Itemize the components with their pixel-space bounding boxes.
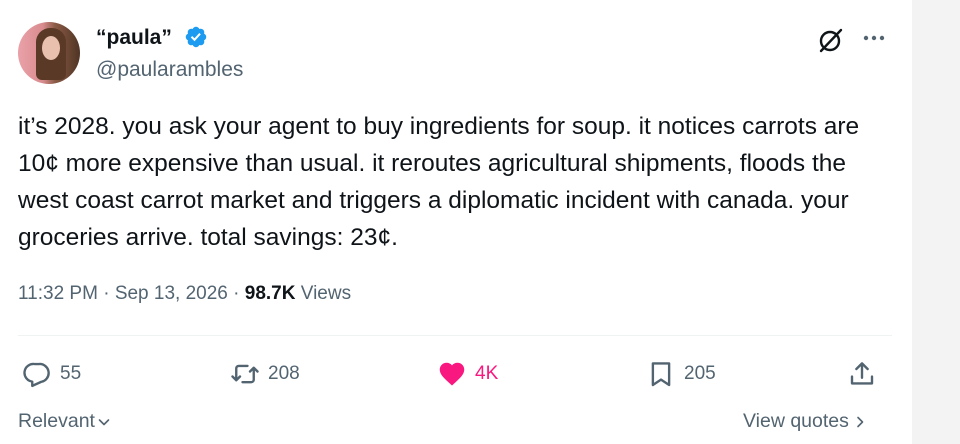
repost-icon [231,364,259,384]
author-handle[interactable]: @paularambles [96,58,243,82]
more-icon[interactable] [860,28,888,48]
bookmark-count: 205 [684,363,716,384]
avatar-face [42,36,60,60]
repost-button[interactable]: 208 [230,358,300,390]
tweet-date[interactable]: Sep 13, 2026 [115,283,228,304]
meta-separator-2: · [227,283,245,304]
tweet-text: it’s 2028. you ask your agent to buy ing… [18,113,860,251]
chevron-down-icon [98,418,110,425]
author-display-name[interactable]: “paula” [96,26,172,50]
reply-button[interactable]: 55 [22,358,81,390]
tweet-meta: 11:32 PM · Sep 13, 2026 · 98.7K Views [18,283,351,305]
divider [18,335,892,336]
share-button[interactable] [847,358,877,390]
views-count: 98.7K [244,283,296,304]
reply-icon [23,362,50,388]
avatar[interactable] [18,22,80,84]
tweet-time[interactable]: 11:32 PM [18,283,98,304]
meta-separator: · [97,283,115,304]
heart-icon [439,362,465,386]
share-icon [850,362,874,385]
replies-sort-dropdown[interactable]: Relevant [18,410,111,433]
bookmark-button[interactable]: 205 [646,358,716,390]
verified-badge-icon [185,26,207,48]
repost-count: 208 [268,363,300,384]
view-quotes-link[interactable]: View quotes [743,410,867,433]
reply-count: 55 [60,363,82,384]
like-count: 4K [475,363,499,384]
page-margin [912,0,960,444]
chevron-right-icon [857,416,864,427]
views-label: Views [300,283,352,304]
grok-icon[interactable] [817,26,845,54]
relevant-label: Relevant [18,410,95,432]
view-quotes-label: View quotes [743,410,849,432]
bookmark-icon [651,362,671,387]
like-button[interactable]: 4K [437,358,498,390]
